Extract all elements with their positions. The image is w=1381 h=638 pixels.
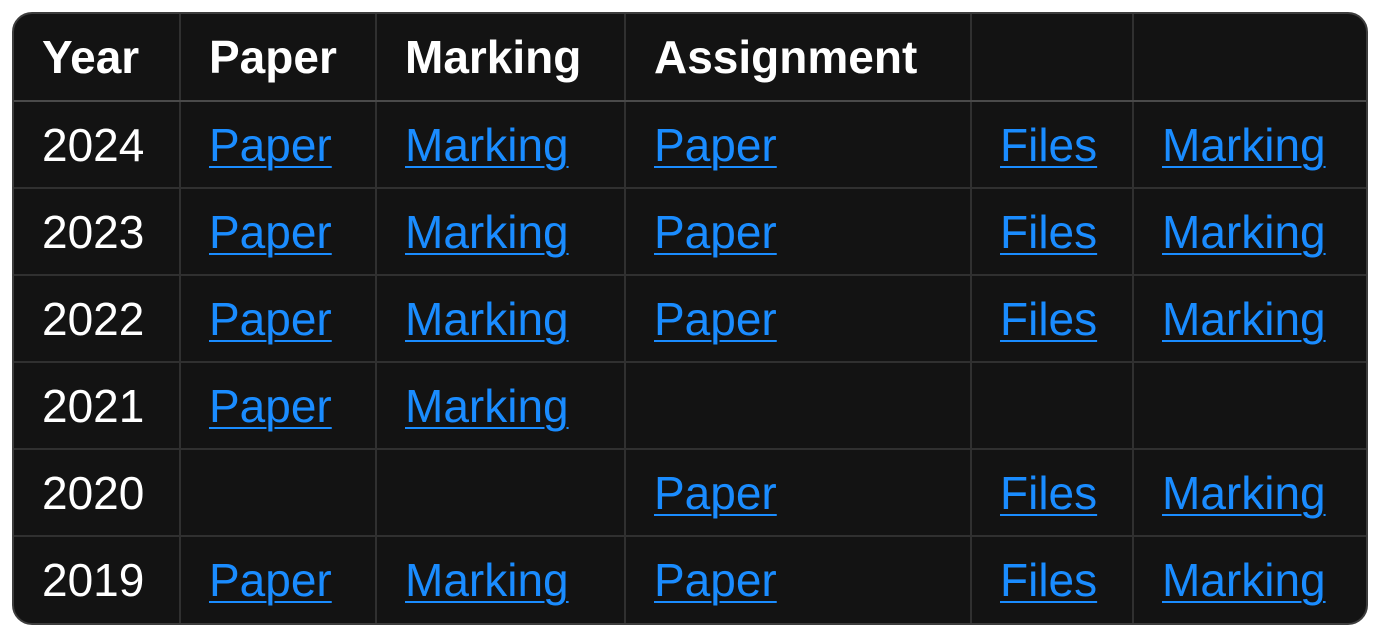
- table-cell: [180, 449, 377, 537]
- table-header-row: Year Paper Marking Assignment: [14, 14, 1366, 102]
- assignment-files-link[interactable]: Files: [1000, 467, 1097, 519]
- header-assignment: Assignment: [625, 14, 972, 102]
- table-row: 2019 Paper Marking Paper Files Marking: [14, 536, 1366, 623]
- table-cell: Marking: [1133, 449, 1366, 537]
- assignment-marking-link[interactable]: Marking: [1162, 293, 1326, 345]
- paper-link[interactable]: Paper: [209, 293, 332, 345]
- table-cell: Marking: [1133, 101, 1366, 189]
- assignment-files-link[interactable]: Files: [1000, 119, 1097, 171]
- table-cell: [971, 362, 1134, 450]
- table-cell: Paper: [625, 275, 972, 363]
- table-cell: Marking: [1133, 275, 1366, 363]
- header-marking: Marking: [376, 14, 626, 102]
- marking-link[interactable]: Marking: [405, 380, 569, 432]
- table-cell: Paper: [625, 449, 972, 537]
- assignment-marking-link[interactable]: Marking: [1162, 467, 1326, 519]
- table-row: 2022 Paper Marking Paper Files Marking: [14, 275, 1366, 363]
- header-assignment-files: [971, 14, 1134, 102]
- table-cell: Marking: [1133, 188, 1366, 276]
- table-cell: Marking: [376, 362, 626, 450]
- header-paper: Paper: [180, 14, 377, 102]
- year-cell: 2022: [14, 275, 181, 363]
- year-cell: 2021: [14, 362, 181, 450]
- table-cell: Paper: [180, 536, 377, 623]
- table-cell: Marking: [376, 188, 626, 276]
- year-cell: 2020: [14, 449, 181, 537]
- paper-link[interactable]: Paper: [209, 380, 332, 432]
- assignment-paper-link[interactable]: Paper: [654, 467, 777, 519]
- assignment-paper-link[interactable]: Paper: [654, 206, 777, 258]
- table-cell: [376, 449, 626, 537]
- assignment-paper-link[interactable]: Paper: [654, 293, 777, 345]
- papers-table: Year Paper Marking Assignment 2024 Paper M…: [14, 14, 1366, 623]
- year-cell: 2024: [14, 101, 181, 189]
- table-cell: Files: [971, 536, 1134, 623]
- table-cell: Marking: [376, 101, 626, 189]
- assignment-files-link[interactable]: Files: [1000, 293, 1097, 345]
- table-cell: Files: [971, 275, 1134, 363]
- table-cell: Files: [971, 101, 1134, 189]
- table-row: 2021 Paper Marking: [14, 362, 1366, 450]
- table-cell: Files: [971, 449, 1134, 537]
- assignment-files-link[interactable]: Files: [1000, 554, 1097, 606]
- table-cell: Paper: [625, 188, 972, 276]
- year-cell: 2023: [14, 188, 181, 276]
- table-cell: Marking: [376, 536, 626, 623]
- header-year: Year: [14, 14, 181, 102]
- assignment-files-link[interactable]: Files: [1000, 206, 1097, 258]
- papers-table-container: Year Paper Marking Assignment 2024 Paper M…: [12, 12, 1368, 625]
- table-cell: Files: [971, 188, 1134, 276]
- table-cell: Paper: [625, 536, 972, 623]
- table-row: 2023 Paper Marking Paper Files Marking: [14, 188, 1366, 276]
- table-cell: [1133, 362, 1366, 450]
- paper-link[interactable]: Paper: [209, 554, 332, 606]
- marking-link[interactable]: Marking: [405, 206, 569, 258]
- paper-link[interactable]: Paper: [209, 119, 332, 171]
- header-assignment-marking: [1133, 14, 1366, 102]
- table-body: 2024 Paper Marking Paper Files Marking 2023 Pap…: [14, 101, 1366, 623]
- marking-link[interactable]: Marking: [405, 293, 569, 345]
- table-row: 2024 Paper Marking Paper Files Marking: [14, 101, 1366, 189]
- year-cell: 2019: [14, 536, 181, 623]
- table-cell: Paper: [180, 101, 377, 189]
- assignment-marking-link[interactable]: Marking: [1162, 119, 1326, 171]
- table-cell: Paper: [625, 101, 972, 189]
- assignment-marking-link[interactable]: Marking: [1162, 206, 1326, 258]
- marking-link[interactable]: Marking: [405, 119, 569, 171]
- assignment-marking-link[interactable]: Marking: [1162, 554, 1326, 606]
- table-cell: Marking: [1133, 536, 1366, 623]
- assignment-paper-link[interactable]: Paper: [654, 554, 777, 606]
- marking-link[interactable]: Marking: [405, 554, 569, 606]
- table-row: 2020 Paper Files Marking: [14, 449, 1366, 537]
- table-cell: Marking: [376, 275, 626, 363]
- assignment-paper-link[interactable]: Paper: [654, 119, 777, 171]
- table-cell: Paper: [180, 275, 377, 363]
- table-cell: Paper: [180, 188, 377, 276]
- paper-link[interactable]: Paper: [209, 206, 332, 258]
- table-cell: [625, 362, 972, 450]
- table-cell: Paper: [180, 362, 377, 450]
